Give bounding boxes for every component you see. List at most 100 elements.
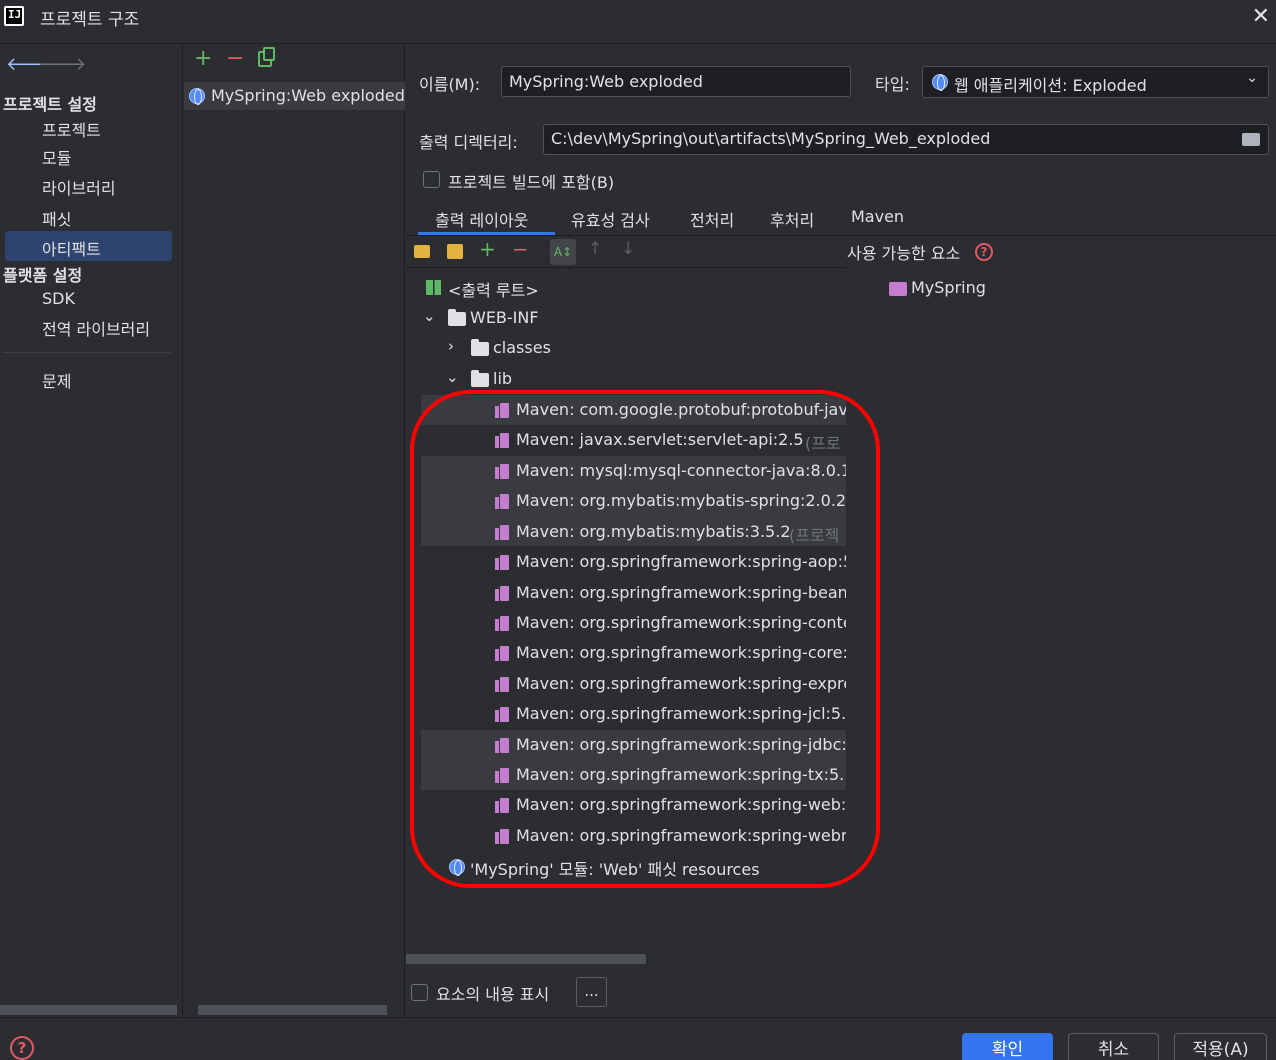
tree-row-library[interactable]: Maven: com.google.protobuf:protobuf-jav [406,395,846,425]
library-name: Maven: org.springframework:spring-expre [516,674,846,693]
nav-item-sdk[interactable]: SDK [42,289,75,308]
library-jar-icon [495,707,509,722]
remove-element-icon[interactable]: − [512,237,529,261]
folder-icon [471,339,489,356]
tab-maven[interactable]: Maven [851,207,904,226]
library-name: Maven: org.springframework:spring-webr [516,826,846,845]
tab-validation[interactable]: 유효성 검사 [571,207,650,231]
library-jar-icon [495,616,509,631]
nav-item-project[interactable]: 프로젝트 [42,117,101,141]
tree-row-library[interactable]: Maven: org.springframework:spring-tx:5. [406,760,846,790]
project-settings-header: 프로젝트 설정 [3,95,97,114]
add-element-icon[interactable]: + [479,237,496,261]
tree-root-label: <출력 루트> [448,281,539,300]
include-in-build-checkbox[interactable] [423,171,440,188]
include-in-build-label: 프로젝트 빌드에 포함(B) [448,173,615,192]
nav-item-facets[interactable]: 패싯 [42,206,71,230]
tree-row-library[interactable]: Maven: org.springframework:spring-expre [406,669,846,699]
library-suffix: (프로 [805,434,841,453]
library-name: Maven: mysql:mysql-connector-java:8.0.1 [516,461,846,480]
library-name: Maven: org.springframework:spring-web: [516,795,846,814]
tree-row-resources[interactable]: 'MySpring' 모듈: 'Web' 패싯 resources [406,851,846,881]
add-artifact-icon[interactable]: + [194,46,212,71]
copy-artifact-icon[interactable] [258,47,275,67]
folder-browse-icon[interactable] [1242,133,1260,146]
type-select[interactable]: 웹 애플리케이션: Exploded ⌄ [922,66,1269,98]
library-name: Maven: org.mybatis:mybatis-spring:2.0.2 [516,491,846,510]
tree-label: WEB-INF [470,308,539,327]
output-dir-input[interactable]: C:\dev\MySpring\out\artifacts\MySpring_W… [543,124,1269,155]
move-up-icon[interactable]: ↑ [588,239,602,259]
create-archive-icon[interactable] [447,244,463,259]
dialog-button-bar: ? 확인 취소 적용(A) [0,1017,1276,1060]
tree-row-library[interactable]: Maven: org.springframework:spring-bean [406,578,846,608]
library-jar-icon [495,433,509,448]
library-name: Maven: org.springframework:spring-aop:5 [516,552,846,571]
library-name: Maven: org.springframework:spring-jcl:5. [516,704,846,723]
forward-arrow-icon[interactable]: 🡒 [38,54,86,75]
nav-item-problems[interactable]: 문제 [42,368,71,392]
library-jar-icon [495,403,509,418]
tree-row-library[interactable]: Maven: org.mybatis:mybatis:3.5.2 (프로젝 [406,517,846,547]
tree-row-library[interactable]: Maven: mysql:mysql-connector-java:8.0.1 [406,456,846,486]
apply-button[interactable]: 적용(A) [1174,1033,1267,1060]
tree-row-library[interactable]: Maven: org.springframework:spring-conte [406,608,846,638]
tab-postprocessing[interactable]: 후처리 [770,207,814,231]
artifact-details: 이름(M): 타입: 웹 애플리케이션: Exploded ⌄ 출력 디렉터리:… [406,44,1276,1017]
chevron-down-icon[interactable]: ⌄ [446,368,459,386]
remove-artifact-icon[interactable]: − [226,46,244,71]
new-directory-icon[interactable] [414,245,430,258]
output-layout-tree: <출력 루트> ⌄ WEB-INF › classes ⌄ lib Maven:… [406,268,846,958]
web-globe-icon [932,74,948,91]
nav-scrollbar[interactable] [0,1005,177,1015]
available-element-myspring[interactable]: MySpring [911,278,986,297]
help-icon[interactable]: ? [975,243,993,261]
chevron-down-icon[interactable]: ⌄ [423,307,436,325]
artifact-list-item[interactable]: MySpring:Web exploded [184,82,405,110]
tree-row-classes[interactable]: › classes [406,333,846,363]
horizontal-scrollbar[interactable] [406,954,646,964]
nav-item-global-libraries[interactable]: 전역 라이브러리 [42,316,150,340]
nav-item-libraries[interactable]: 라이브러리 [42,175,116,199]
tree-row-library[interactable]: Maven: org.springframework:spring-core: [406,638,846,668]
tree-root-row[interactable]: <출력 루트> [406,272,846,302]
tree-row-library[interactable]: Maven: org.springframework:spring-aop:5 [406,547,846,577]
type-select-value: 웹 애플리케이션: Exploded [954,76,1147,95]
cancel-button[interactable]: 취소 [1068,1033,1159,1060]
close-icon[interactable]: ✕ [1252,4,1270,29]
tree-row-library[interactable]: Maven: org.springframework:spring-webr [406,821,846,851]
nav-item-artifacts[interactable]: 아티팩트 [42,236,101,260]
chevron-right-icon[interactable]: › [448,337,454,355]
tree-row-library[interactable]: Maven: org.springframework:spring-jcl:5. [406,699,846,729]
name-input[interactable] [501,66,851,97]
help-circle-icon[interactable]: ? [10,1036,34,1060]
name-label: 이름(M): [419,75,481,94]
tree-row-lib[interactable]: ⌄ lib [406,364,846,394]
resources-label: 'MySpring' 모듈: 'Web' 패싯 resources [470,860,760,879]
nav-item-modules[interactable]: 모듈 [42,145,71,169]
library-jar-icon [495,738,509,753]
library-name: Maven: com.google.protobuf:protobuf-jav [516,400,846,419]
platform-settings-header: 플랫폼 설정 [3,266,83,285]
tree-row-library[interactable]: Maven: org.mybatis:mybatis-spring:2.0.2 [406,486,846,516]
nav-divider [3,352,171,353]
module-folder-icon [889,282,907,296]
tab-preprocessing[interactable]: 전처리 [690,207,734,231]
artifacts-scrollbar[interactable] [198,1005,387,1015]
tree-row-library[interactable]: Maven: org.springframework:spring-web: [406,790,846,820]
ellipsis-button[interactable]: ... [576,977,607,1007]
intellij-logo-icon: IJ [4,6,24,26]
sort-elements-icon[interactable]: A↕ [550,239,576,265]
tree-row-web-inf[interactable]: ⌄ WEB-INF [406,303,846,333]
library-jar-icon [495,677,509,692]
window-title: 프로젝트 구조 [40,10,140,30]
move-down-icon[interactable]: ↓ [621,239,635,259]
tree-row-library[interactable]: Maven: javax.servlet:servlet-api:2.5 (프로 [406,425,846,455]
ok-button[interactable]: 확인 [962,1033,1053,1060]
library-jar-icon [495,494,509,509]
library-jar-icon [495,829,509,844]
show-contents-checkbox[interactable] [411,984,428,1001]
tab-output-layout[interactable]: 출력 레이아웃 [435,207,528,231]
library-jar-icon [495,555,509,570]
tree-row-library[interactable]: Maven: org.springframework:spring-jdbc: [406,730,846,760]
